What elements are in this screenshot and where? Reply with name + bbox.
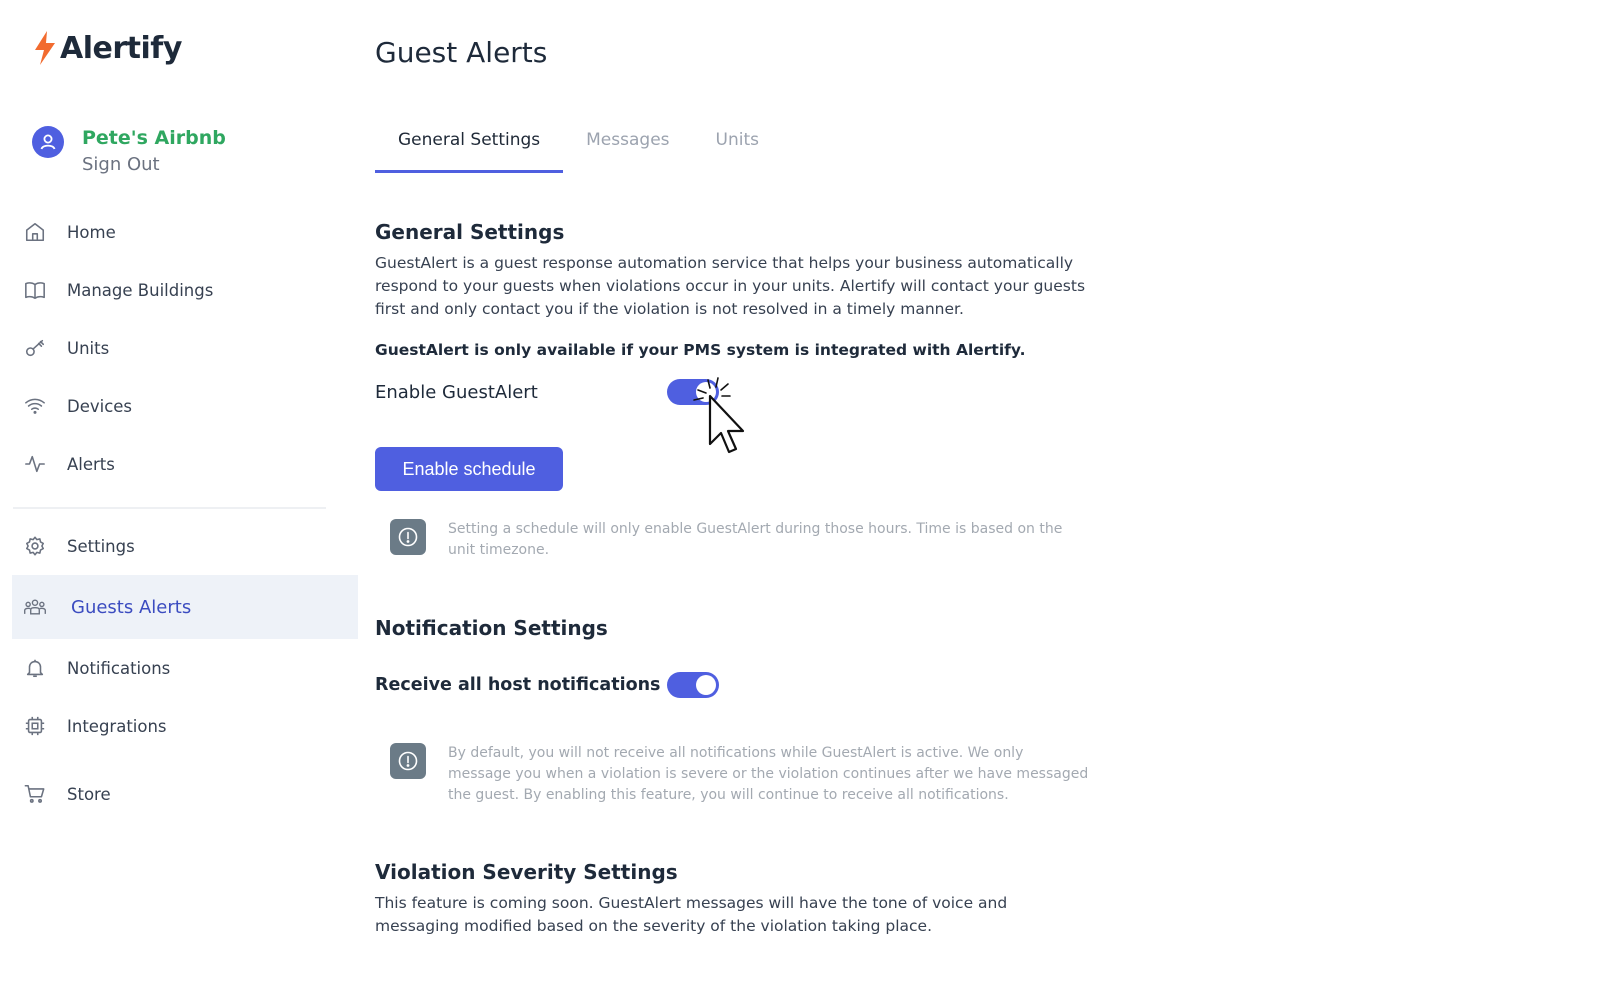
sidebar-item-label: Settings bbox=[67, 536, 135, 556]
sidebar-item-label: Guests Alerts bbox=[71, 596, 192, 618]
chip-icon bbox=[23, 714, 47, 738]
notification-settings-section: Notification Settings bbox=[375, 616, 1115, 640]
receive-notifications-row: Receive all host notifications bbox=[375, 672, 719, 698]
lightning-bolt-icon bbox=[35, 31, 55, 65]
sidebar-item-units[interactable]: Units bbox=[12, 319, 358, 377]
notification-info-box: By default, you will not receive all not… bbox=[390, 743, 1090, 806]
toggle-knob bbox=[696, 675, 716, 695]
tab-messages[interactable]: Messages bbox=[563, 118, 692, 173]
violation-severity-section: Violation Severity Settings This feature… bbox=[375, 860, 1115, 938]
account-name: Pete's Airbnb bbox=[82, 127, 226, 149]
sidebar-item-home[interactable]: Home bbox=[12, 203, 358, 261]
sign-out-link[interactable]: Sign Out bbox=[82, 152, 226, 178]
sidebar-item-label: Store bbox=[67, 784, 111, 804]
sidebar-item-label: Units bbox=[67, 338, 110, 358]
receive-notifications-toggle[interactable] bbox=[667, 672, 719, 698]
home-icon bbox=[23, 220, 47, 244]
pms-note-block: GuestAlert is only available if your PMS… bbox=[375, 341, 1115, 359]
sidebar-item-notifications[interactable]: Notifications bbox=[12, 639, 358, 697]
sidebar-item-label: Integrations bbox=[67, 716, 167, 736]
violation-severity-heading: Violation Severity Settings bbox=[375, 860, 678, 884]
sidebar-divider bbox=[13, 507, 326, 509]
notification-info-text: By default, you will not receive all not… bbox=[448, 745, 1089, 803]
pms-note: GuestAlert is only available if your PMS… bbox=[375, 341, 1026, 359]
schedule-info-text: Setting a schedule will only enable Gues… bbox=[448, 521, 1063, 558]
cart-icon bbox=[23, 782, 47, 806]
sidebar-item-label: Devices bbox=[67, 396, 133, 416]
enable-guestalert-row: Enable GuestAlert bbox=[375, 379, 719, 405]
sidebar-item-store[interactable]: Store bbox=[12, 765, 358, 823]
sidebar-item-label: Manage Buildings bbox=[67, 280, 214, 300]
avatar[interactable] bbox=[32, 126, 64, 158]
general-settings-description: GuestAlert is a guest response automatio… bbox=[375, 254, 1086, 318]
tab-general-settings[interactable]: General Settings bbox=[375, 118, 564, 173]
users-icon bbox=[23, 595, 47, 619]
bell-icon bbox=[23, 656, 47, 680]
receive-notifications-label: Receive all host notifications bbox=[375, 675, 661, 695]
general-settings-heading: General Settings bbox=[375, 220, 565, 244]
info-icon bbox=[390, 519, 426, 555]
notification-settings-heading: Notification Settings bbox=[375, 616, 608, 640]
tab-bar: General Settings Messages Units bbox=[375, 118, 782, 173]
sidebar-item-settings[interactable]: Settings bbox=[12, 517, 358, 575]
sidebar-nav: Home Manage Buildings Units Devices Aler… bbox=[12, 203, 358, 823]
sidebar-item-integrations[interactable]: Integrations bbox=[12, 697, 358, 755]
gear-icon bbox=[23, 534, 47, 558]
sidebar-item-alerts[interactable]: Alerts bbox=[12, 435, 358, 493]
wifi-icon bbox=[23, 394, 47, 418]
sidebar-item-label: Home bbox=[67, 222, 116, 242]
brand-name: Alertify bbox=[60, 30, 182, 66]
book-icon bbox=[23, 278, 47, 302]
page-title: Guest Alerts bbox=[375, 36, 548, 69]
sidebar-item-devices[interactable]: Devices bbox=[12, 377, 358, 435]
violation-severity-description: This feature is coming soon. GuestAlert … bbox=[375, 894, 1008, 935]
sidebar-item-manage-buildings[interactable]: Manage Buildings bbox=[12, 261, 358, 319]
enable-guestalert-label: Enable GuestAlert bbox=[375, 381, 538, 403]
general-settings-section: General Settings GuestAlert is a guest r… bbox=[375, 220, 1115, 321]
key-icon bbox=[23, 336, 47, 360]
enable-schedule-button[interactable]: Enable schedule bbox=[375, 447, 563, 491]
tab-units[interactable]: Units bbox=[693, 118, 782, 173]
user-icon bbox=[40, 134, 56, 150]
info-icon bbox=[390, 743, 426, 779]
mouse-cursor-icon bbox=[693, 377, 745, 454]
sidebar-item-guests-alerts[interactable]: Guests Alerts bbox=[12, 575, 358, 639]
activity-icon bbox=[23, 452, 47, 476]
sidebar-item-label: Notifications bbox=[67, 658, 171, 678]
brand-logo[interactable]: Alertify bbox=[32, 30, 182, 66]
sidebar-item-label: Alerts bbox=[67, 454, 115, 474]
schedule-info-box: Setting a schedule will only enable Gues… bbox=[390, 519, 1090, 561]
account-block: Pete's Airbnb Sign Out bbox=[32, 126, 226, 178]
